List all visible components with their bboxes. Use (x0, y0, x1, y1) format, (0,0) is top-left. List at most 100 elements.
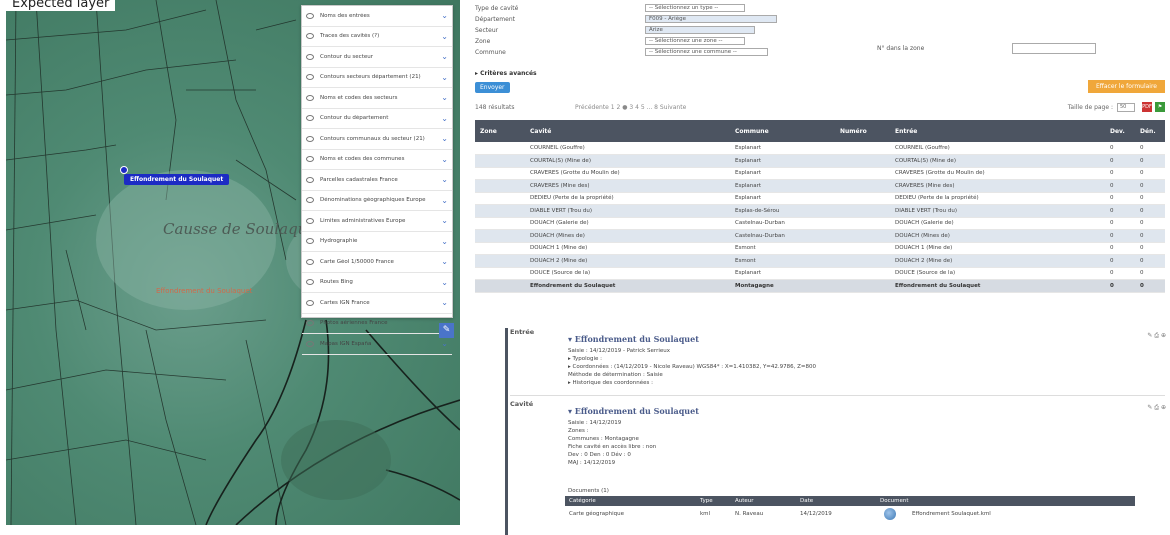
chevron-down-icon[interactable]: ⌄ (441, 196, 448, 205)
map-marker-label[interactable]: Effondrement du Soulaquet (124, 174, 230, 185)
commune-select[interactable]: -- Sélectionnez une commune -- (645, 48, 768, 56)
chevron-down-icon[interactable]: ⌄ (441, 216, 448, 225)
column-header[interactable]: Commune (730, 120, 835, 142)
layer-item[interactable]: Hydrographie ⌄ (302, 232, 452, 252)
layer-item[interactable]: Dénominations géographiques Europe ⌄ (302, 191, 452, 211)
eye-icon[interactable] (306, 258, 314, 265)
layer-item[interactable]: Carte Géol 1/50000 France ⌄ (302, 252, 452, 273)
layer-item[interactable]: Routes Bing ⌄ (302, 273, 452, 293)
doc-filename-link[interactable]: Effondrement Soulaquet.kml (912, 511, 991, 517)
layer-item[interactable]: Noms et codes des secteurs ⌄ (302, 88, 452, 109)
edit-pencil-icon[interactable]: ✎ (439, 323, 454, 338)
column-header[interactable]: Dén. (1135, 120, 1165, 142)
layer-label: Limites administratives Europe (320, 217, 406, 224)
eye-icon[interactable] (306, 53, 314, 60)
chevron-down-icon[interactable]: ⌄ (441, 257, 448, 266)
advanced-criteria-toggle[interactable]: ▸ Critères avancés (475, 70, 537, 77)
eye-icon[interactable] (306, 94, 314, 101)
eye-icon[interactable] (306, 238, 314, 245)
eye-icon[interactable] (306, 279, 314, 286)
column-header[interactable]: Cavité (525, 120, 730, 142)
cavite-title[interactable]: ▾ Effondrement du Soulaquet (568, 406, 699, 416)
eye-icon[interactable] (306, 176, 314, 183)
chevron-down-icon[interactable]: ⌄ (441, 11, 448, 20)
eye-icon[interactable] (306, 299, 314, 306)
chevron-down-icon[interactable]: ⌄ (441, 73, 448, 82)
dept-select[interactable]: F009 - Ariège (645, 15, 777, 23)
chevron-down-icon[interactable]: ⌄ (441, 32, 448, 41)
detail-line: Saisie : 14/12/2019 - Patrick Serrieux (568, 348, 670, 354)
detail-line: ▸ Coordonnées : (14/12/2019 - Nicole Rav… (568, 364, 817, 370)
table-row[interactable]: DOUCE (Source de la) Esplanart DOUCE (Sour… (475, 267, 1165, 280)
layer-item[interactable]: Noms des entrées ⌄ (302, 6, 452, 27)
chevron-down-icon[interactable]: ⌄ (441, 93, 448, 102)
layer-item[interactable]: Noms et codes des communes ⌄ (302, 150, 452, 170)
chevron-down-icon[interactable]: ⌄ (441, 134, 448, 143)
layer-item[interactable]: Contour du département ⌄ (302, 109, 452, 129)
chevron-down-icon[interactable]: ⌄ (441, 237, 448, 246)
export-pdf-icon[interactable]: PDF (1142, 102, 1152, 112)
layer-item[interactable]: Contour du secteur ⌄ (302, 47, 452, 68)
eye-icon[interactable] (306, 12, 314, 19)
send-button[interactable]: Envoyer (475, 82, 510, 93)
column-header[interactable]: Dev. (1105, 120, 1135, 142)
table-row[interactable]: DOUACH (Mines de) Castelnau-Durban DOUACH … (475, 229, 1165, 243)
layer-item[interactable]: Limites administratives Europe ⌄ (302, 211, 452, 232)
eye-icon[interactable] (306, 340, 314, 347)
layer-item[interactable]: Photos aériennes France⌄ (302, 314, 452, 334)
kml-file-icon[interactable] (884, 508, 896, 520)
eye-icon[interactable] (306, 74, 314, 81)
chevron-down-icon[interactable]: ⌄ (441, 52, 448, 61)
column-header[interactable]: Entrée (890, 120, 1105, 142)
type-select[interactable]: -- Sélectionnez un type -- (645, 4, 745, 12)
table-row[interactable]: COURTAL(S) (Mine de) Esplanart COURTAL(S) … (475, 154, 1165, 168)
column-header[interactable]: Numéro (835, 120, 890, 142)
table-row[interactable]: CRAVERES (Grotte du Moulin de) Esplanart C… (475, 167, 1165, 180)
table-row[interactable]: CRAVERES (Mine des) Esplanart CRAVERES (Mi… (475, 179, 1165, 193)
entree-title[interactable]: ▾ Effondrement du Soulaquet (568, 334, 699, 344)
layer-item[interactable]: Mapas IGN España ⌄ (302, 334, 452, 355)
eye-icon[interactable] (306, 135, 314, 142)
chevron-down-icon[interactable]: ⌄ (441, 114, 448, 123)
eye-icon[interactable] (306, 320, 314, 327)
table-row[interactable]: DOUACH 1 (Mine de) Esmont DOUACH 1 (Mine d… (475, 242, 1165, 255)
map-marker-pin[interactable] (120, 166, 128, 174)
table-row[interactable]: DOUACH 2 (Mine de) Esmont DOUACH 2 (Mine d… (475, 254, 1165, 268)
eye-icon[interactable] (306, 115, 314, 122)
chevron-down-icon[interactable]: ⌄ (441, 278, 448, 287)
eye-icon[interactable] (306, 217, 314, 224)
entree-tag: Entrée (510, 328, 535, 336)
layer-item[interactable]: Traces des cavités (?) ⌄ (302, 27, 452, 47)
eye-icon[interactable] (306, 33, 314, 40)
clear-form-button[interactable]: Effacer le formulaire (1087, 80, 1165, 93)
table-row[interactable]: DIABLE VERT (Trou du) Esplas-de-Sérou DIAB… (475, 204, 1165, 218)
table-cell: 0 (1135, 242, 1165, 255)
zone-select[interactable]: -- Sélectionnez une zone -- (645, 37, 745, 45)
pagination[interactable]: Précédente 1 2 ● 3 4 5 ... 8 Suivante (575, 104, 686, 111)
doc-date: 14/12/2019 (800, 511, 832, 517)
chevron-down-icon[interactable]: ⌄ (441, 298, 448, 307)
table-row[interactable]: Effondrement du Soulaquet Montagagne Effon… (475, 279, 1165, 293)
chevron-down-icon[interactable]: ⌄ (441, 339, 448, 348)
zone-number-input[interactable] (1012, 43, 1096, 54)
chevron-down-icon[interactable]: ⌄ (441, 175, 448, 184)
layer-item[interactable]: Cartes IGN France ⌄ (302, 293, 452, 314)
chevron-down-icon[interactable]: ⌄ (441, 155, 448, 164)
layer-item[interactable]: Contours secteurs département (21) ⌄ (302, 68, 452, 88)
page-size-select[interactable]: 50 (1117, 102, 1135, 112)
map-view[interactable]: Expected layer Causse de Soulaquet Effon… (6, 0, 460, 525)
column-header[interactable]: Zone (475, 120, 525, 142)
layer-item[interactable]: Contours communaux du secteur (21) ⌄ (302, 129, 452, 150)
table-row[interactable]: DOUACH (Galerie de) Castelnau-Durban DOUAC… (475, 217, 1165, 230)
table-row[interactable]: COURNEIL (Gouffre) Esplanart COURNEIL (Gou… (475, 142, 1165, 155)
layer-label: Contour du département (320, 115, 389, 122)
layer-item[interactable]: Parcelles cadastrales France ⌄ (302, 170, 452, 191)
export-xls-icon[interactable]: ⚑ (1155, 102, 1165, 112)
table-cell: Esplanart (730, 267, 835, 280)
sector-select[interactable]: Arize (645, 26, 755, 34)
eye-icon[interactable] (306, 156, 314, 163)
table-row[interactable]: DEDIEU (Perte de la propriété) Esplanart D… (475, 192, 1165, 205)
eye-icon[interactable] (306, 197, 314, 204)
cavite-action-icons[interactable]: ✎ ⎙ ⊕ (1147, 404, 1166, 412)
entree-action-icons[interactable]: ✎ ⎙ ⊕ (1147, 332, 1166, 340)
